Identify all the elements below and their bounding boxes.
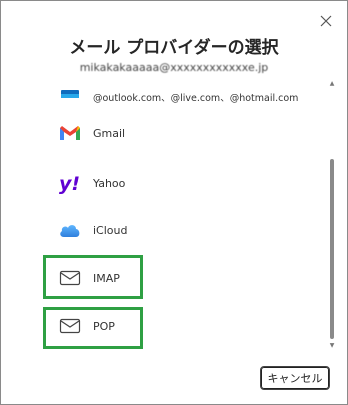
provider-gmail[interactable]: Gmail xyxy=(57,113,307,153)
provider-outlook[interactable]: @outlook.com、@live.com、@hotmail.com xyxy=(57,79,307,117)
svg-text:y!: y! xyxy=(59,173,80,194)
gmail-icon xyxy=(57,122,83,144)
scrollbar-thumb[interactable] xyxy=(330,159,334,339)
icloud-icon xyxy=(57,219,83,241)
dialog-title: メール プロバイダーの選択 xyxy=(69,38,279,58)
close-icon[interactable] xyxy=(319,14,333,28)
provider-label: Gmail xyxy=(93,126,126,140)
highlight-pop xyxy=(43,307,143,349)
scroll-down-icon[interactable]: ▼ xyxy=(329,343,335,349)
provider-icloud[interactable]: iCloud xyxy=(57,210,307,250)
provider-dialog: メール プロバイダーの選択 mikakakaaaaa@xxxxxxxxxxxxe… xyxy=(0,0,348,405)
highlight-imap xyxy=(43,255,143,299)
provider-label: Yahoo xyxy=(93,176,126,190)
account-email: mikakakaaaaa@xxxxxxxxxxxxe.jp xyxy=(79,61,269,74)
provider-yahoo[interactable]: y! Yahoo xyxy=(57,163,307,203)
yahoo-icon: y! xyxy=(57,172,83,194)
scrollbar[interactable]: ▲ ▼ xyxy=(329,81,335,349)
scroll-up-icon[interactable]: ▲ xyxy=(329,81,335,87)
cancel-button[interactable]: キャンセル xyxy=(260,366,330,390)
outlook-icon xyxy=(57,86,83,108)
provider-label: @outlook.com、@live.com、@hotmail.com xyxy=(93,93,299,104)
provider-label: iCloud xyxy=(93,223,128,237)
